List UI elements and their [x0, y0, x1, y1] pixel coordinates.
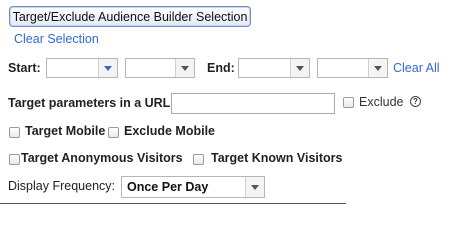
display-frequency-value: Once Per Day — [127, 180, 209, 194]
help-circle-icon[interactable]: ? — [410, 96, 421, 107]
start-label: Start: — [8, 61, 41, 75]
end-month-select[interactable] — [238, 58, 310, 78]
end-day-select[interactable] — [317, 58, 388, 78]
exclude-url-label: Exclude — [359, 95, 404, 109]
exclude-mobile-label: Exclude Mobile — [124, 124, 215, 138]
target-mobile-label: Target Mobile — [25, 124, 106, 138]
chevron-down-icon — [290, 59, 309, 77]
end-label: End: — [207, 61, 235, 75]
divider — [0, 203, 346, 204]
clear-selection-link[interactable]: Clear Selection — [14, 32, 99, 46]
display-frequency-select[interactable]: Once Per Day — [121, 176, 265, 198]
target-known-checkbox[interactable] — [193, 154, 204, 165]
chevron-down-icon — [175, 59, 194, 77]
exclude-mobile-checkbox[interactable] — [108, 127, 119, 138]
target-anonymous-checkbox[interactable] — [9, 154, 20, 165]
start-day-select[interactable] — [125, 58, 195, 78]
start-month-select[interactable] — [46, 58, 118, 78]
target-known-label: Target Known Visitors — [211, 151, 343, 165]
audience-builder-button[interactable]: Target/Exclude Audience Builder Selectio… — [9, 6, 251, 27]
display-frequency-label: Display Frequency: — [8, 179, 115, 193]
url-params-label: Target parameters in a URL: — [8, 96, 175, 110]
clear-all-link[interactable]: Clear All — [393, 61, 440, 75]
exclude-url-checkbox[interactable] — [343, 97, 354, 108]
chevron-down-icon — [245, 177, 264, 197]
target-anonymous-label: Target Anonymous Visitors — [21, 151, 183, 165]
chevron-down-icon — [98, 59, 117, 77]
target-mobile-checkbox[interactable] — [9, 127, 20, 138]
url-params-input[interactable] — [171, 93, 335, 114]
chevron-down-icon — [368, 59, 387, 77]
